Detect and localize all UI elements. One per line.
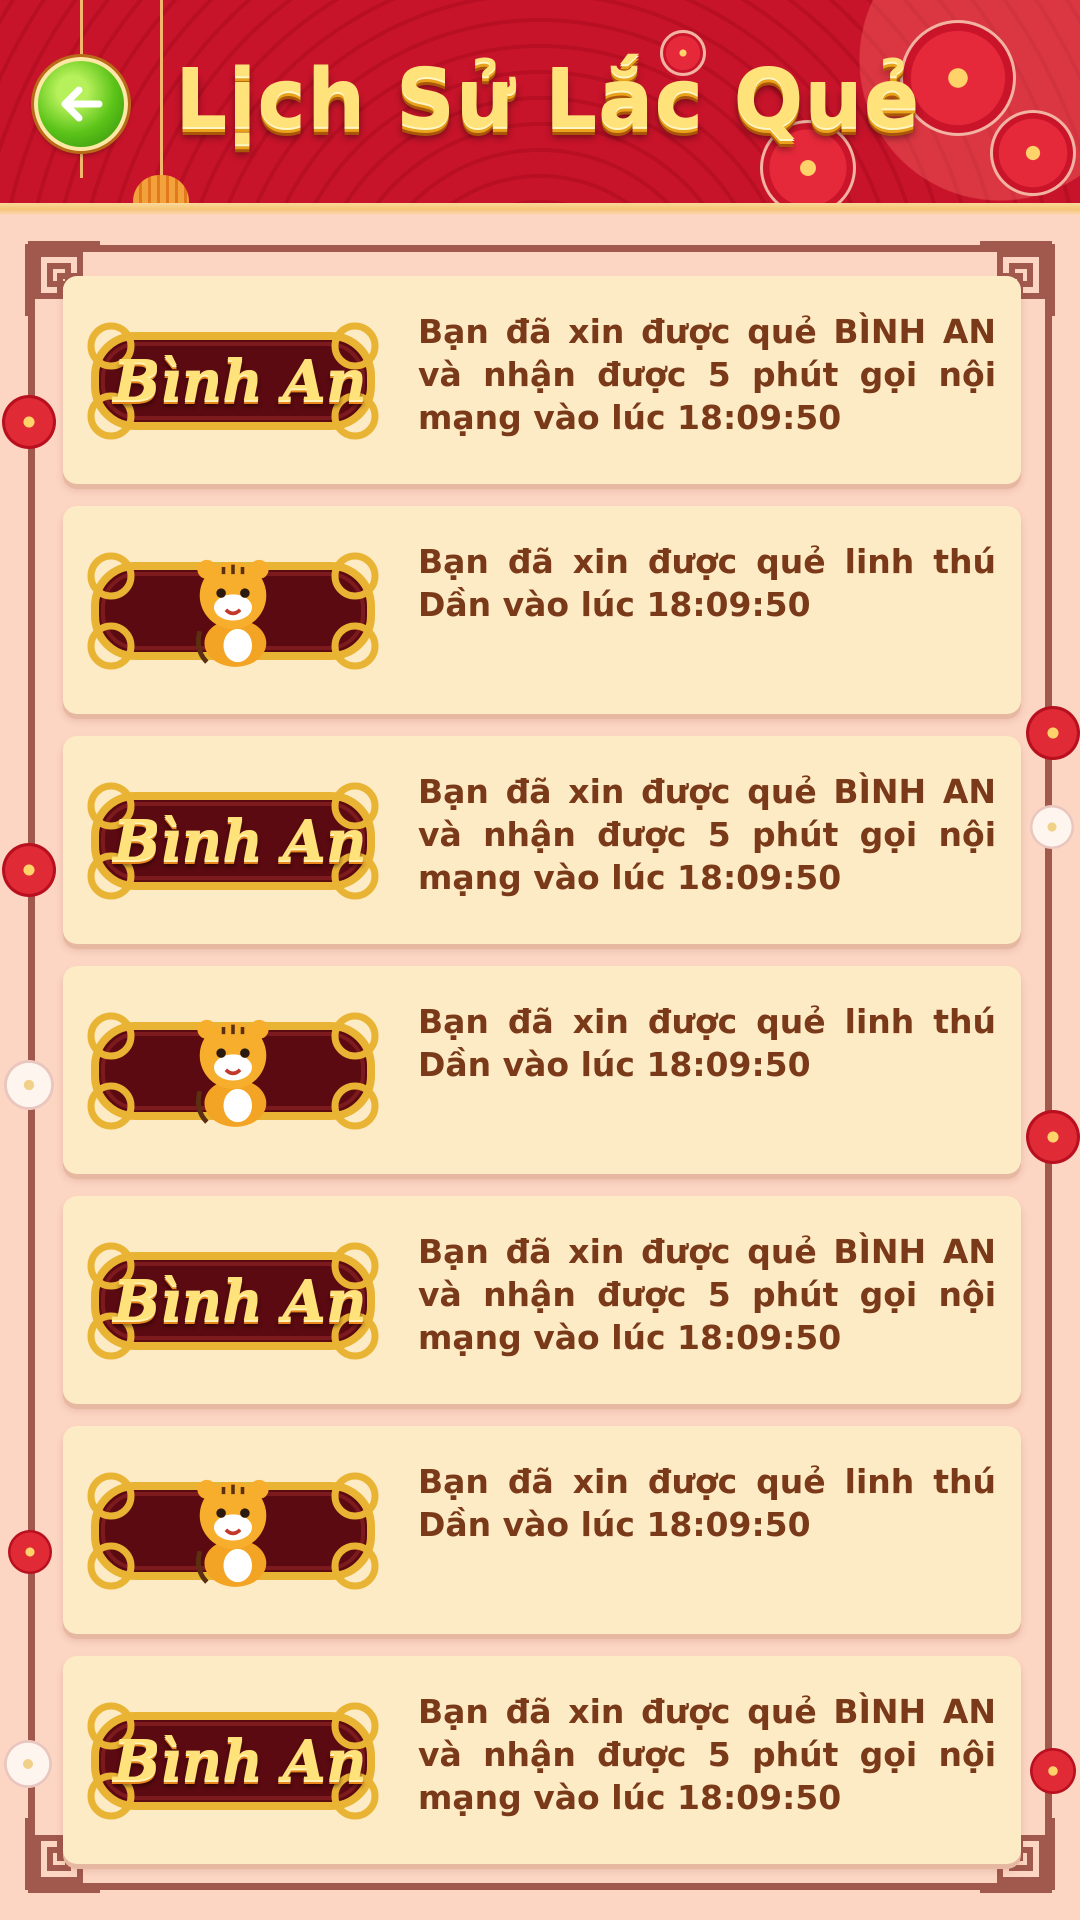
plaque-label: Bình An [113,808,367,874]
binh-an-plaque: Bình An [83,1238,383,1364]
history-card-7: Bình An Bạn đã xin được quẻ BÌNH AN và n… [63,1656,1021,1864]
history-card-2: Bạn đã xin được quẻ linh thú Dần vào lúc… [63,506,1021,714]
header-bar: Lịch Sử Lắc Quẻ [0,0,1080,205]
tiger-plaque [83,1008,383,1134]
history-text: Bạn đã xin được quẻ linh thú Dần vào lúc… [418,1002,996,1084]
white-blossom-icon [4,1740,52,1788]
binh-an-plaque: Bình An [83,1698,383,1824]
plaque-label: Bình An [113,348,367,414]
tiger-icon [196,559,269,667]
tiger-icon [196,1019,269,1127]
binh-an-plaque: Bình An [83,778,383,904]
history-card-1: Bình An Bạn đã xin được quẻ BÌNH AN và n… [63,276,1021,484]
plaque-label: Bình An [113,1268,367,1334]
tiger-icon [196,1479,269,1587]
history-text: Bạn đã xin được quẻ BÌNH AN và nhận được… [418,312,996,437]
white-blossom-icon [1030,805,1074,849]
history-text: Bạn đã xin được quẻ linh thú Dần vào lúc… [418,1462,996,1544]
plum-blossom-icon [8,1530,52,1574]
lantern-icon [133,175,189,205]
binh-an-plaque: Bình An [83,318,383,444]
history-text: Bạn đã xin được quẻ BÌNH AN và nhận được… [418,772,996,897]
arrow-left-icon [61,86,103,122]
plum-blossom-icon [1030,1748,1076,1794]
history-text: Bạn đã xin được quẻ linh thú Dần vào lúc… [418,542,996,624]
history-card-6: Bạn đã xin được quẻ linh thú Dần vào lúc… [63,1426,1021,1634]
decor-string [160,0,163,178]
back-button[interactable] [34,57,128,151]
history-card-4: Bạn đã xin được quẻ linh thú Dần vào lúc… [63,966,1021,1174]
history-text: Bạn đã xin được quẻ BÌNH AN và nhận được… [418,1232,996,1357]
plum-blossom-icon [2,843,56,897]
plum-blossom-icon [1026,1110,1080,1164]
tiger-plaque [83,1468,383,1594]
plum-blossom-icon [2,395,56,449]
white-blossom-icon [4,1060,54,1110]
history-text: Bạn đã xin được quẻ BÌNH AN và nhận được… [418,1692,996,1817]
plaque-label: Bình An [113,1728,367,1794]
tiger-plaque [83,548,383,674]
history-card-3: Bình An Bạn đã xin được quẻ BÌNH AN và n… [63,736,1021,944]
history-list: Bình An Bạn đã xin được quẻ BÌNH AN và n… [63,276,1021,1886]
history-card-5: Bình An Bạn đã xin được quẻ BÌNH AN và n… [63,1196,1021,1404]
plum-blossom-icon [1026,706,1080,760]
page-title: Lịch Sử Lắc Quẻ [175,52,921,147]
header-trim [0,203,1080,215]
